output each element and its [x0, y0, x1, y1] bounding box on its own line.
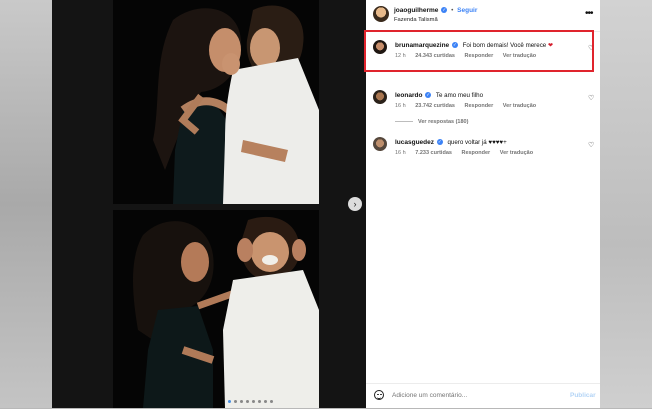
comment-line: lucasguedez ✓ quero voltar já ♥♥♥♥+: [395, 139, 507, 146]
publish-button[interactable]: Publicar: [570, 392, 596, 399]
carousel-dot: [264, 400, 267, 403]
comment-input[interactable]: [392, 389, 552, 401]
reply-button[interactable]: Responder: [465, 103, 494, 109]
more-options-icon[interactable]: •••: [585, 8, 593, 19]
chevron-right-icon: ›: [353, 199, 357, 209]
comment-composer: Publicar: [366, 383, 600, 409]
carousel-dot: [252, 400, 255, 403]
carousel-dot: [234, 400, 237, 403]
heart-icon[interactable]: ♡: [588, 141, 594, 149]
commenter-avatar[interactable]: [373, 90, 387, 104]
carousel-dot: [270, 400, 273, 403]
follow-button[interactable]: Seguir: [457, 7, 477, 14]
verified-badge-icon: ✓: [425, 92, 432, 99]
author-avatar[interactable]: [373, 6, 389, 22]
separator: •: [451, 7, 454, 14]
emoji-icon[interactable]: [374, 390, 384, 400]
post-media: ›: [52, 0, 366, 408]
post-header: joaoguilherme ✓ • Seguir Fazenda Talismã…: [366, 0, 600, 32]
translate-button[interactable]: Ver tradução: [500, 150, 533, 156]
comment-line: leonardo ✓ Te amo meu filho: [395, 92, 483, 99]
backdrop-left: [0, 0, 52, 408]
highlight-box: [364, 30, 594, 72]
heart-icon[interactable]: ♡: [588, 94, 594, 102]
verified-badge-icon: ✓: [436, 139, 443, 146]
author-username[interactable]: joaoguilherme: [394, 7, 438, 14]
reply-button[interactable]: Responder: [461, 150, 490, 156]
comment-meta: 16 h 7.233 curtidas Responder Ver traduç…: [395, 150, 541, 156]
comment-likes[interactable]: 23.742 curtidas: [415, 103, 455, 109]
view-replies-button[interactable]: Ver respostas (180): [395, 119, 468, 125]
carousel-dot: [228, 400, 231, 403]
carousel-dot: [246, 400, 249, 403]
comment-time: 16 h: [395, 150, 406, 156]
comment-username[interactable]: leonardo: [395, 92, 422, 99]
comment-text: quero voltar já ♥♥♥♥+: [447, 139, 507, 146]
carousel-dot: [258, 400, 261, 403]
comment-meta: 16 h 23.742 curtidas Responder Ver tradu…: [395, 103, 544, 109]
carousel-next-button[interactable]: ›: [348, 197, 362, 211]
comment-time: 16 h: [395, 103, 406, 109]
comment-text: Te amo meu filho: [435, 92, 484, 99]
backdrop-right: [600, 0, 652, 408]
verified-badge-icon: ✓: [441, 7, 448, 14]
comment-username[interactable]: lucasguedez: [395, 139, 434, 146]
carousel-dots: [228, 400, 273, 403]
post-location[interactable]: Fazenda Talismã: [394, 17, 438, 23]
carousel-dot: [240, 400, 243, 403]
photo-couple-bottom: [113, 210, 319, 408]
author-line: joaoguilherme ✓ • Seguir: [394, 7, 477, 14]
commenter-avatar[interactable]: [373, 137, 387, 151]
comment-likes[interactable]: 7.233 curtidas: [415, 150, 452, 156]
translate-button[interactable]: Ver tradução: [503, 103, 536, 109]
photo-couple-top: [113, 0, 319, 204]
